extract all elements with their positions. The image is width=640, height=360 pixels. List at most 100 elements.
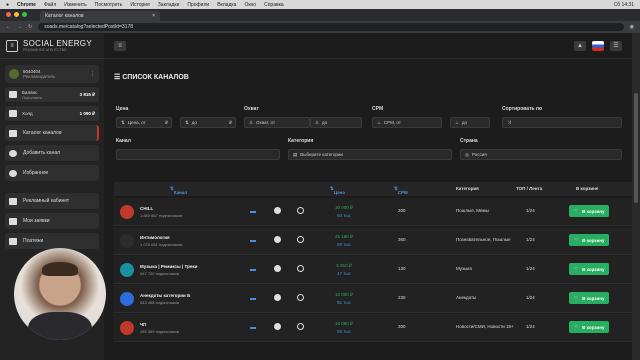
channel-search-input[interactable] — [116, 149, 280, 160]
add-to-cart-button[interactable]: 🛒 В корзину — [569, 205, 609, 217]
reach-from-input[interactable]: ♙ Охват, от — [244, 117, 310, 128]
country-select[interactable]: ◎ Россия — [460, 149, 622, 160]
favorite-icon[interactable] — [297, 207, 304, 214]
reach-to-input[interactable]: ♙ до — [310, 117, 362, 128]
add-to-cart-label: В корзину — [582, 295, 605, 301]
channel-cpm: 200 — [398, 208, 406, 213]
clock-text: Сб 14:31 — [613, 1, 634, 8]
cart-icon: 🛒 — [573, 295, 580, 300]
sidebar-item-add-channel[interactable]: Добавить канал — [5, 145, 99, 161]
category-select[interactable]: ▤ Выберите категории — [288, 149, 452, 160]
sidebar-item-catalog[interactable]: Каталог каналов — [5, 125, 99, 141]
favorite-icon[interactable] — [297, 294, 304, 301]
sidebar-item-requests[interactable]: Мои заявки — [5, 213, 99, 229]
url-field[interactable]: soads.me/catalog?selectedPostId=3178 — [38, 23, 624, 31]
clock-icon[interactable] — [274, 323, 281, 330]
channel-name[interactable]: Анекдоты категории Б — [140, 293, 190, 298]
channel-name[interactable]: CHILL — [140, 206, 153, 211]
stats-icon[interactable] — [250, 237, 256, 242]
brand-logo[interactable]: ≡ SOCIAL ENERGY РЕКЛАМНОЕ АГЕНТСТВО — [0, 33, 104, 59]
add-to-cart-button[interactable]: 🛒 В корзину — [569, 292, 609, 304]
menu-dots-icon[interactable]: ⋮ — [90, 71, 95, 77]
minimize-window-icon[interactable] — [14, 12, 19, 17]
profile-icon[interactable]: ◉ — [630, 24, 634, 30]
col-price[interactable]: ⇅ Цена — [330, 186, 345, 195]
balance-card[interactable]: Баланс Пополнить 3 815 ₽ — [5, 87, 99, 102]
channel-subs: 489 389 подписчиков — [140, 329, 180, 334]
add-to-cart-button[interactable]: 🛒 В корзину — [569, 234, 609, 246]
close-tab-icon[interactable]: × — [152, 13, 155, 19]
favorite-icon[interactable] — [297, 236, 304, 243]
col-cpm[interactable]: ⇅ CPM — [394, 186, 408, 195]
clock-icon[interactable] — [274, 294, 281, 301]
channel-avatar[interactable] — [120, 292, 134, 306]
table-row: Музыка | Ремиксы | Треки 567 720 подписчи… — [114, 256, 634, 284]
menu-file[interactable]: Файл — [44, 2, 56, 8]
page-scrollbar[interactable] — [632, 33, 640, 360]
channel-name[interactable]: Музыка | Ремиксы | Треки — [140, 264, 197, 269]
add-to-cart-label: В корзину — [582, 324, 605, 330]
price-to-input[interactable]: ⇅ до ₽ — [180, 117, 236, 128]
zoom-window-icon[interactable] — [22, 12, 27, 17]
sidebar-item-favorites[interactable]: Избранное — [5, 165, 99, 181]
menu-history[interactable]: История — [130, 2, 149, 8]
menu-edit[interactable]: Изменить — [64, 2, 87, 8]
clock-icon[interactable] — [274, 236, 281, 243]
menu-help[interactable]: Справка — [264, 2, 284, 8]
browser-tabbar: Каталог каналов × — [0, 9, 640, 21]
top-bar: ≡ ▲ ☰ — [104, 33, 632, 59]
clock-icon[interactable] — [274, 265, 281, 272]
close-window-icon[interactable] — [6, 12, 11, 17]
cpm-to-input[interactable]: ⊥ до — [450, 117, 490, 128]
country-value: Россия — [471, 152, 487, 157]
menu-window[interactable]: Окно — [244, 2, 256, 8]
clock-icon[interactable] — [274, 207, 281, 214]
bell-icon[interactable]: ▲ — [574, 40, 586, 51]
col-cpm-text: CPM — [397, 190, 408, 195]
stats-icon[interactable] — [250, 208, 256, 213]
sidebar-item-payments[interactable]: Платежи — [5, 233, 99, 249]
channel-subs: 1 070 681 подписчиков — [140, 242, 183, 247]
add-to-cart-button[interactable]: 🛒 В корзину — [569, 321, 609, 333]
apple-icon[interactable]: ● — [6, 2, 9, 8]
menu-profiles[interactable]: Профили — [187, 2, 209, 8]
menu-bookmarks[interactable]: Закладки — [158, 2, 180, 8]
favorite-icon[interactable] — [297, 323, 304, 330]
add-to-cart-button[interactable]: 🛒 В корзину — [569, 263, 609, 275]
table-row: ЧП 489 389 подписчиков 10 050 ₽ 55 тыс 200 Но… — [114, 314, 634, 342]
favorite-icon[interactable] — [297, 265, 304, 272]
cpm-from-input[interactable]: ⊥ CPM, от — [372, 117, 442, 128]
reload-icon[interactable]: ↻ — [28, 24, 32, 30]
plus-icon — [9, 149, 17, 157]
stats-icon[interactable] — [250, 266, 256, 271]
channel-avatar[interactable] — [120, 234, 134, 248]
stats-icon[interactable] — [250, 324, 256, 329]
menu-icon[interactable]: ☰ — [610, 40, 622, 51]
price-from-input[interactable]: ⇅ Цена, от ₽ — [116, 117, 172, 128]
menu-tab[interactable]: Вкладка — [217, 2, 236, 8]
browser-tab[interactable]: Каталог каналов × — [40, 11, 160, 21]
channel-avatar[interactable] — [120, 321, 134, 335]
sidebar-item-cabinet[interactable]: Рекламный кабинет — [5, 193, 99, 209]
topup-link[interactable]: Пополнить — [22, 95, 42, 100]
hamburger-icon[interactable]: ≡ — [114, 40, 126, 51]
menu-view[interactable]: Посмотреть — [95, 2, 123, 8]
channel-name[interactable]: Интимология — [140, 235, 170, 240]
cart-icon: 🛒 — [573, 237, 580, 242]
channel-label: Канал — [116, 138, 131, 144]
col-channel[interactable]: ⇅ Канал — [170, 186, 187, 195]
cart-icon: 🛒 — [573, 324, 580, 329]
app-name[interactable]: Chrome — [17, 2, 36, 8]
channel-avatar[interactable] — [120, 205, 134, 219]
channel-name[interactable]: ЧП — [140, 322, 146, 327]
balance-value: 3 815 ₽ — [79, 91, 95, 97]
flag-ru-icon[interactable] — [592, 40, 604, 51]
stats-icon[interactable] — [250, 295, 256, 300]
forward-icon[interactable]: → — [17, 24, 22, 30]
user-card[interactable]: 6040404 Рекламодатель ⋮ — [5, 65, 99, 83]
scroll-thumb[interactable] — [634, 93, 638, 203]
back-icon[interactable]: ← — [6, 24, 11, 30]
sort-select[interactable]: ⤨ — [502, 117, 622, 128]
channel-avatar[interactable] — [120, 263, 134, 277]
webcam-hair — [42, 262, 78, 276]
